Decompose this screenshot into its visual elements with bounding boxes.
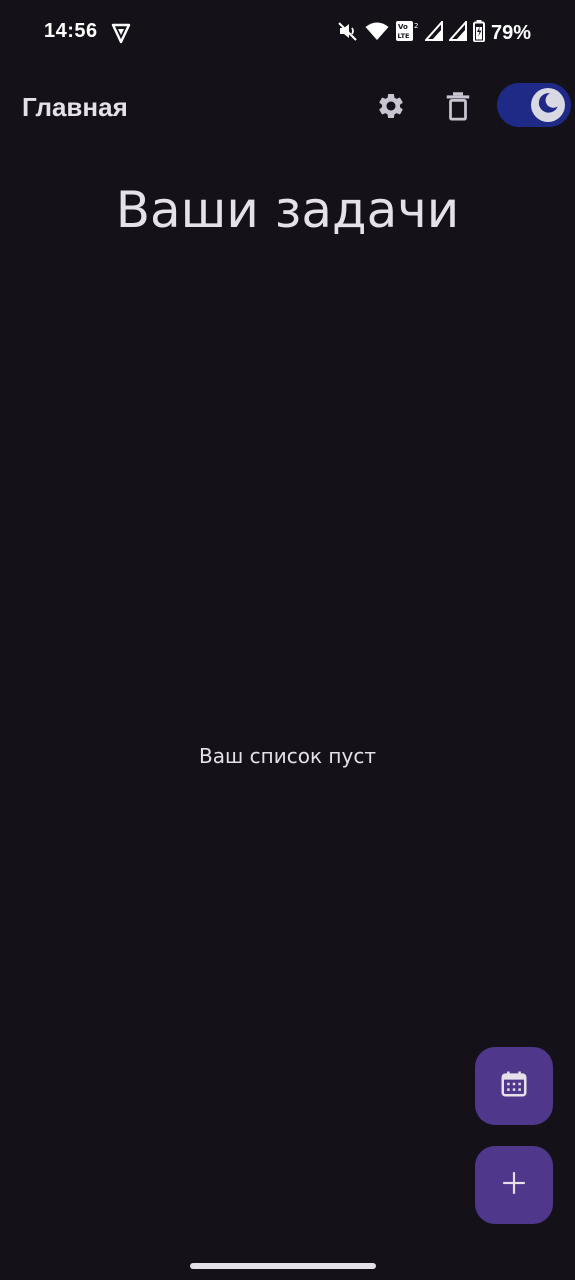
gear-icon [376,91,406,125]
status-icons: Vo LTE 2 79% [337,18,531,48]
volte-icon: Vo LTE 2 [395,20,419,46]
status-time: 14:56 [44,20,98,42]
calendar-button[interactable] [475,1047,553,1125]
moon-icon [535,90,561,120]
wifi-icon [365,21,389,45]
status-bar: 14:56 Vo LTE 2 79% [0,0,575,68]
trash-icon [445,91,471,125]
svg-text:LTE: LTE [397,32,409,40]
svg-text:2: 2 [414,22,418,30]
delete-button[interactable] [434,84,482,132]
vpn-icon [111,22,131,44]
mute-icon [337,20,359,46]
battery-percent: 79% [490,21,531,44]
signal-icon-2 [447,19,467,45]
switch-thumb [531,88,565,122]
page-title: Ваши задачи [115,180,460,239]
signal-icon [423,19,443,45]
svg-text:Vo: Vo [398,23,408,31]
empty-list-message: Ваш список пуст [199,744,376,768]
settings-button[interactable] [367,84,415,132]
dark-mode-switch[interactable] [497,83,571,127]
app-bar: Главная [0,72,575,144]
add-task-button[interactable] [475,1146,553,1224]
calendar-icon [499,1069,529,1103]
battery-icon [472,20,485,46]
plus-icon [501,1170,527,1200]
app-title: Главная [22,92,128,122]
home-indicator[interactable] [190,1263,376,1269]
